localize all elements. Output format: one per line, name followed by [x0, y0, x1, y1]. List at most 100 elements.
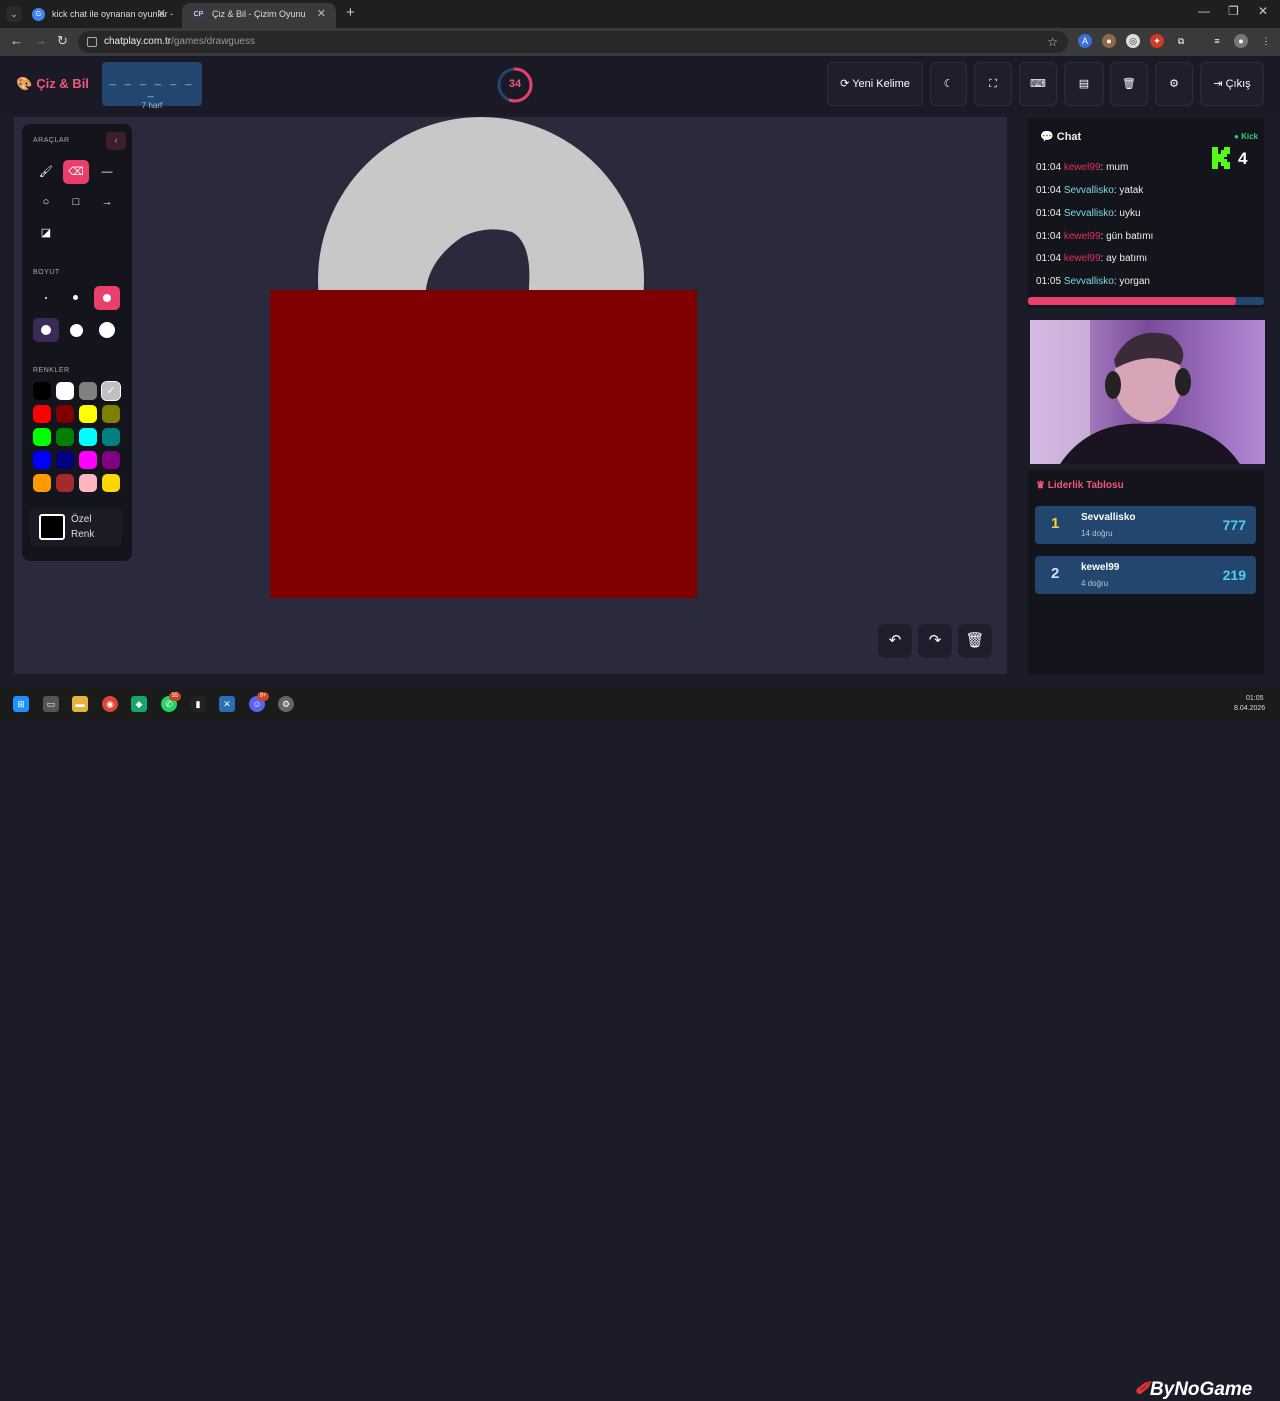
url-field[interactable]: chatplay.com.tr/games/drawguess ☆ — [78, 31, 1068, 53]
color-swatch[interactable] — [79, 405, 97, 423]
color-swatch[interactable] — [102, 405, 120, 423]
drawn-rectangle — [270, 290, 697, 598]
undo-button[interactable]: ↶ — [878, 624, 912, 658]
clear-canvas-button[interactable]: 🗑 — [958, 624, 992, 658]
reading-list-icon[interactable]: ≡ — [1210, 34, 1224, 48]
collapse-panel-button[interactable]: ‹ — [106, 132, 126, 150]
line-tool[interactable]: — — [94, 160, 120, 184]
tab-ciz-bil[interactable]: CP Çiz & Bil - Çizim Oyunu ✕ — [182, 3, 336, 28]
color-swatch[interactable] — [102, 451, 120, 469]
color-swatch[interactable] — [79, 451, 97, 469]
color-swatch[interactable] — [56, 382, 74, 400]
keyboard-button[interactable]: ⌨ — [1019, 62, 1057, 106]
bookmark-star-icon[interactable]: ☆ — [1047, 31, 1058, 53]
maximize-button[interactable]: ❐ — [1228, 4, 1239, 18]
new-tab-button[interactable]: + — [346, 4, 355, 21]
extensions-puzzle-icon[interactable]: ⧉ — [1174, 34, 1188, 48]
site-info-icon[interactable] — [87, 37, 97, 47]
profile-avatar[interactable]: ● — [1234, 34, 1248, 48]
extension-icon[interactable]: ● — [1102, 34, 1116, 48]
extension-icon[interactable]: ◎ — [1126, 34, 1140, 48]
message-text: : yatak — [1113, 185, 1144, 196]
color-swatch[interactable] — [33, 451, 51, 469]
size-dot — [99, 322, 115, 338]
extension-icon[interactable]: ✦ — [1150, 34, 1164, 48]
close-tab-icon[interactable]: ✕ — [157, 3, 166, 26]
custom-color-button[interactable]: Özel Renk — [30, 508, 122, 546]
app-icon[interactable]: ✕ — [219, 696, 235, 712]
new-word-button[interactable]: ⟳ Yeni Kelime — [827, 62, 923, 106]
size-option-3[interactable] — [94, 286, 120, 310]
archive-icon: ▤ — [1078, 78, 1090, 90]
message-text: : yorgan — [1113, 276, 1150, 287]
back-arrow-icon[interactable]: ← — [10, 33, 23, 48]
custom-color-label: Özel Renk — [71, 514, 95, 540]
brush-icon: 🖌 — [39, 166, 53, 178]
fullscreen-icon: ⛶ — [989, 78, 997, 90]
forward-arrow-icon[interactable]: → — [34, 33, 47, 48]
fullscreen-button[interactable]: ⛶ — [974, 62, 1012, 106]
drawing-canvas[interactable] — [14, 117, 1007, 674]
size-option-4[interactable] — [33, 318, 59, 342]
chat-message: 01:04 kewel99: gün batımı — [1036, 231, 1153, 242]
eraser-tool[interactable]: ⌫ — [63, 160, 89, 184]
size-option-5[interactable] — [63, 318, 89, 342]
size-option-6[interactable] — [94, 318, 120, 342]
close-tab-icon[interactable]: ✕ — [317, 3, 326, 26]
reload-icon[interactable]: ↻ — [57, 33, 68, 49]
archive-button[interactable]: ▤ — [1064, 62, 1104, 106]
redo-button[interactable]: ↷ — [918, 624, 952, 658]
color-swatch[interactable] — [33, 474, 51, 492]
circle-tool[interactable]: ○ — [33, 190, 59, 214]
leaderboard-title: Liderlik Tablosu — [1047, 480, 1124, 491]
color-swatch[interactable] — [79, 428, 97, 446]
minimize-button[interactable]: — — [1198, 4, 1210, 18]
color-swatch[interactable] — [56, 428, 74, 446]
color-swatch[interactable] — [79, 474, 97, 492]
file-explorer-icon[interactable]: ▬ — [72, 696, 88, 712]
size-option-2[interactable] — [63, 286, 89, 310]
chat-message: 01:04 Sevvallisko: uyku — [1036, 208, 1141, 219]
color-swatch[interactable] — [33, 428, 51, 446]
chat-message: 01:04 Sevvallisko: yatak — [1036, 185, 1143, 196]
color-swatch[interactable] — [56, 405, 74, 423]
color-swatch[interactable]: ✓ — [101, 381, 121, 401]
brand-name: Çiz & Bil — [36, 76, 89, 91]
task-view-icon[interactable]: ▭ — [43, 696, 59, 712]
browser-menu-icon[interactable]: ⋮ — [1259, 34, 1273, 48]
message-user: kewel99 — [1063, 162, 1101, 173]
size-dot — [103, 294, 111, 302]
tab-kick-chat[interactable]: G kick chat ile oynanan oyunlar - ✕ — [22, 3, 176, 28]
close-window-button[interactable]: ✕ — [1258, 4, 1268, 18]
settings-app-icon[interactable]: ⚙ — [278, 696, 294, 712]
arrow-tool[interactable]: → — [94, 190, 120, 214]
brush-tool[interactable]: 🖌 — [33, 160, 59, 184]
exit-button[interactable]: ⇥ Çıkış — [1200, 62, 1264, 106]
color-swatch[interactable] — [79, 382, 97, 400]
audio-app-icon[interactable]: ▮ — [190, 696, 206, 712]
size-option-1[interactable] — [33, 286, 59, 310]
delete-button[interactable]: 🗑 — [1110, 62, 1148, 106]
color-swatch[interactable] — [33, 405, 51, 423]
url-host: chatplay.com.tr — [104, 36, 172, 47]
color-swatch[interactable] — [102, 428, 120, 446]
windows-start-icon[interactable]: ⊞ — [13, 696, 29, 712]
settings-button[interactable]: ⚙ — [1155, 62, 1193, 106]
dark-mode-button[interactable]: ☾ — [930, 62, 967, 106]
chat-message: 01:05 Sevvallisko: yorgan — [1036, 276, 1150, 287]
drawing-svg — [270, 117, 697, 598]
color-swatch[interactable] — [102, 474, 120, 492]
color-swatch[interactable] — [56, 451, 74, 469]
eraser-icon: ⌫ — [68, 166, 84, 178]
chrome-icon[interactable]: ◉ — [102, 696, 118, 712]
color-swatch[interactable] — [56, 474, 74, 492]
fill-tool[interactable]: ◪ — [33, 221, 59, 245]
correct-count: 4 doğru — [1081, 579, 1109, 588]
message-time: 01:04 — [1036, 231, 1062, 242]
rectangle-tool[interactable]: □ — [63, 190, 89, 214]
address-bar-row: ← → ↻ chatplay.com.tr/games/drawguess ☆ … — [0, 28, 1280, 56]
tab-search-icon[interactable]: ⌄ — [6, 6, 22, 22]
color-swatch[interactable] — [33, 382, 51, 400]
translate-extension-icon[interactable]: A — [1078, 34, 1092, 48]
app-icon[interactable]: ◆ — [131, 696, 147, 712]
